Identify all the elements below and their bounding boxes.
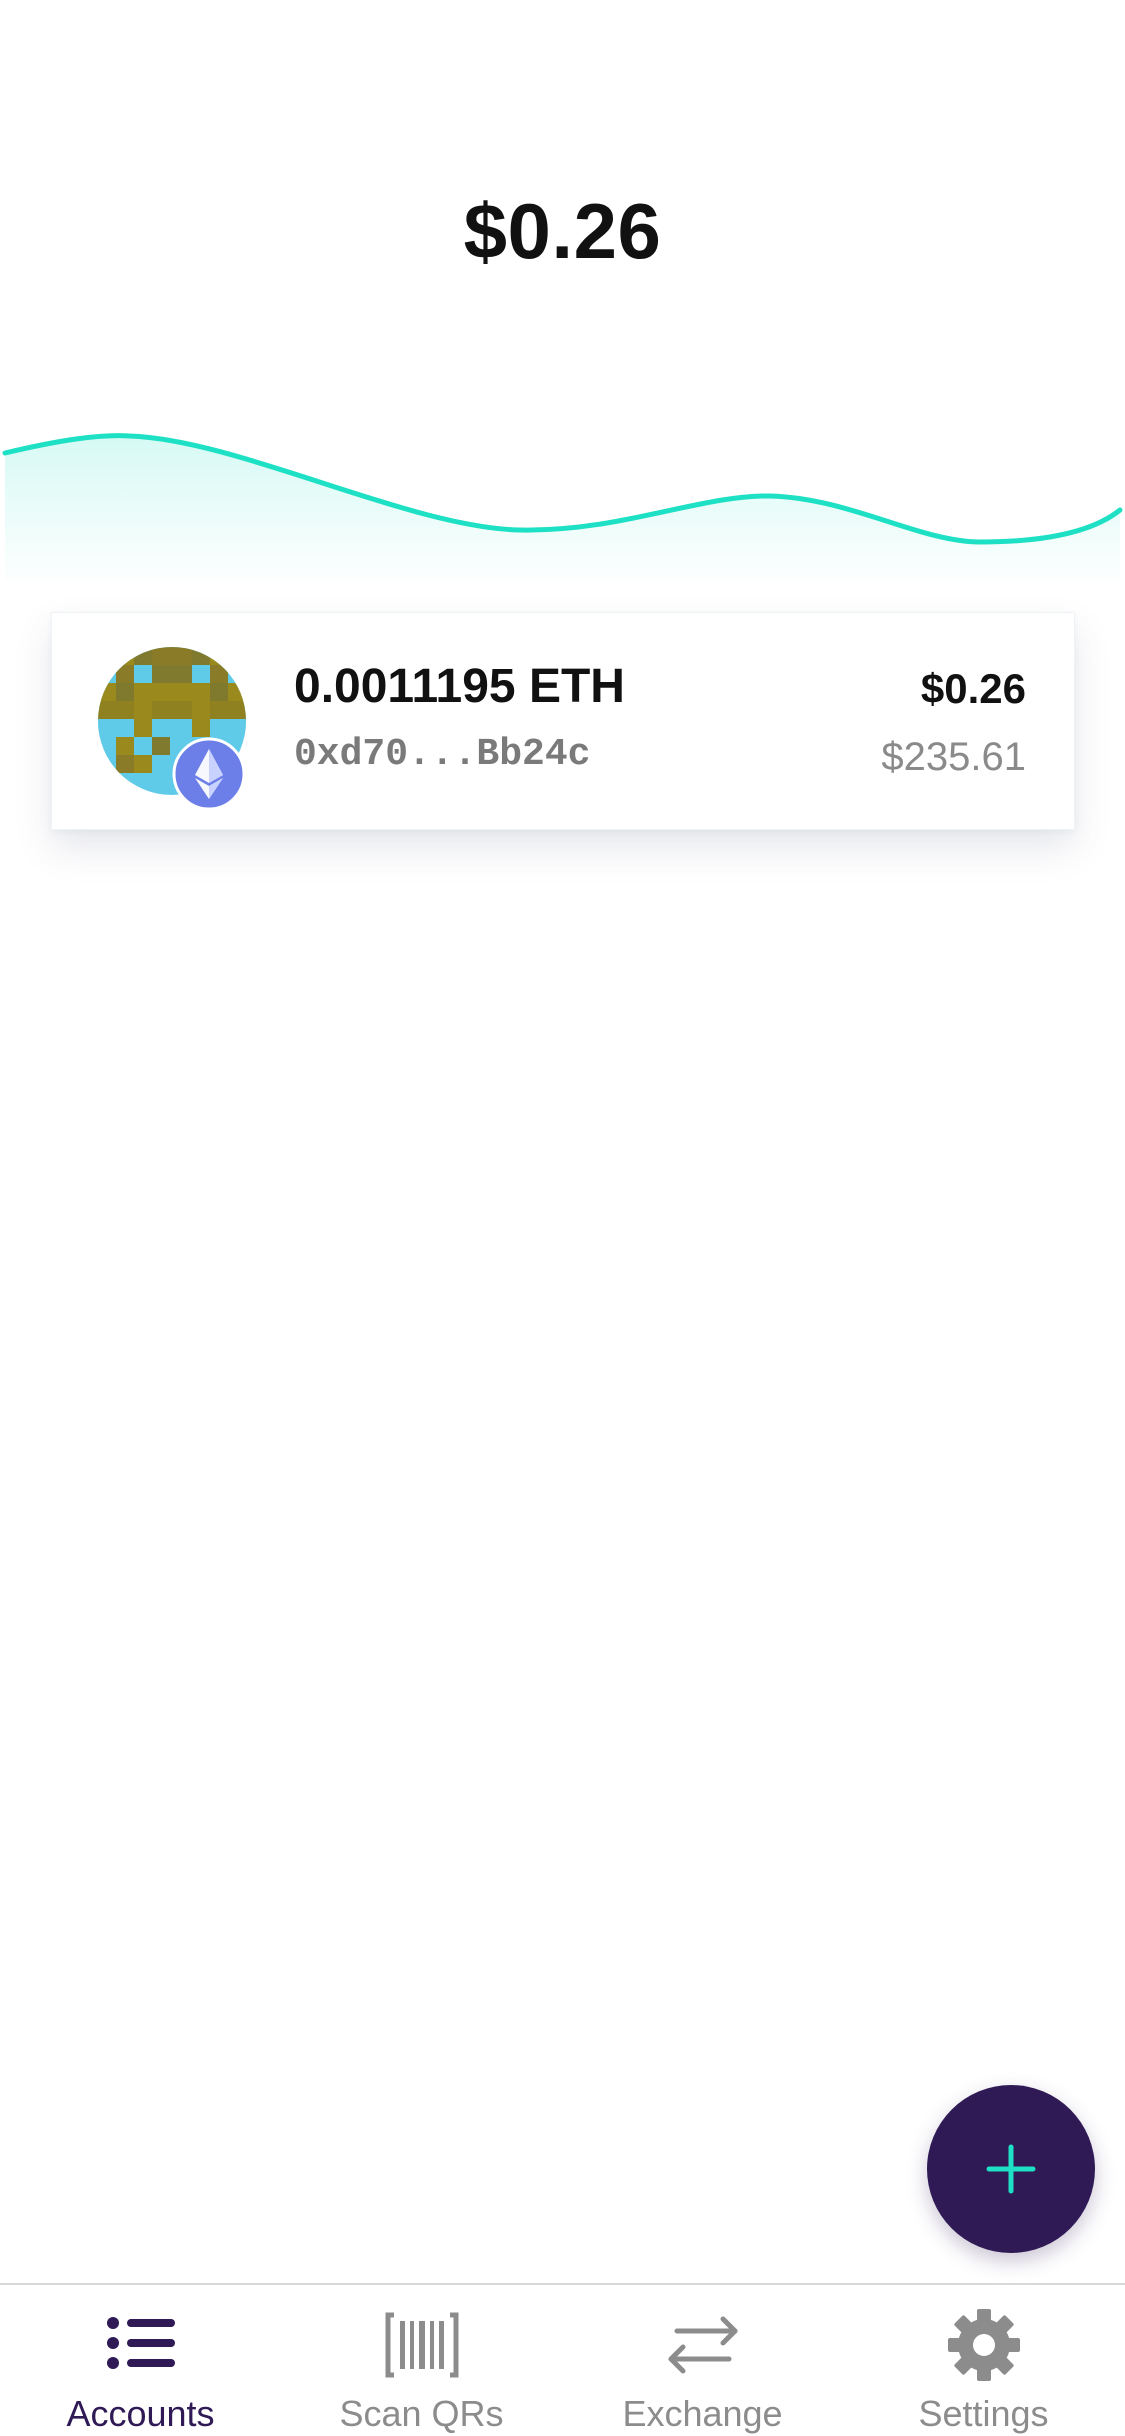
account-amount: 0.0011195 ETH [294,660,625,713]
tab-accounts[interactable]: Accounts [0,2285,281,2436]
add-account-button[interactable] [927,2085,1095,2253]
total-balance: $0.26 [463,187,662,275]
account-card[interactable]: 0.0011195 ETH 0xd70...Bb24c $0.26 $235.6… [51,612,1075,830]
balance-chart [2,433,1123,590]
account-avatar [98,647,246,811]
token-price: $235.61 [881,735,1026,779]
tab-bar: Accounts Scan QRs Exchange Settings [0,2283,1125,2436]
account-fiat-value: $0.26 [920,665,1026,712]
plus-icon [986,2144,1036,2194]
gear-icon [947,2309,1020,2381]
tab-label: Settings [918,2393,1049,2434]
tab-exchange[interactable]: Exchange [562,2285,843,2436]
chart-area [5,435,1120,590]
tab-settings[interactable]: Settings [843,2285,1124,2436]
barcode-icon [385,2312,458,2378]
list-icon [106,2317,175,2369]
accounts-screen: $0.26 0.0011195 ETH 0xd70...Bb24c $0.26 … [0,0,1125,2436]
ethereum-icon [172,737,246,811]
tab-label: Accounts [66,2393,215,2434]
account-address: 0xd70...Bb24c [294,733,591,776]
tab-label: Scan QRs [339,2393,504,2434]
exchange-arrows-icon [668,2316,737,2374]
tab-scan-qrs[interactable]: Scan QRs [281,2285,562,2436]
tab-label: Exchange [622,2393,783,2434]
